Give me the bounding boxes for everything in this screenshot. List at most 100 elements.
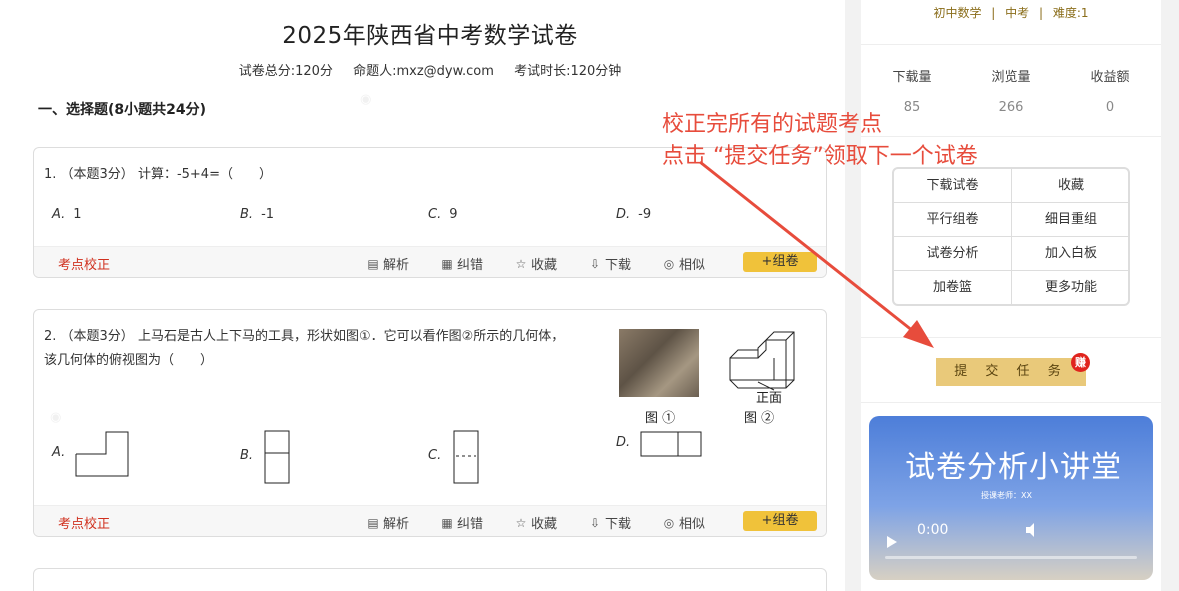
download-icon: ⇩: [589, 256, 601, 271]
more-functions-button[interactable]: 更多功能: [1012, 271, 1128, 304]
option-a[interactable]: A.: [52, 445, 73, 460]
document-search-icon: ▤: [367, 515, 379, 530]
download-paper-button[interactable]: 下载试卷: [894, 169, 1012, 203]
report-label: 纠错: [457, 517, 484, 532]
collect-button[interactable]: ☆ 收藏: [514, 513, 558, 533]
option-letter: A.: [52, 207, 66, 222]
tag-sep: |: [991, 6, 996, 20]
video-time: 0:00: [917, 522, 949, 538]
video-subtitle: 授课老师：XX: [981, 491, 1032, 500]
duration: 考试时长:120分钟: [514, 64, 622, 79]
divider: [861, 44, 1161, 45]
option-d-figure: [640, 431, 702, 457]
similar-button[interactable]: ◎ 相似: [662, 513, 706, 533]
total-score: 试卷总分:120分: [238, 64, 333, 79]
paper-tags: 初中数学 | 中考 | 难度:1: [861, 4, 1161, 21]
similar-icon: ◎: [663, 515, 675, 530]
option-c[interactable]: C. 9: [428, 207, 458, 222]
download-icon: ⇩: [589, 515, 601, 530]
option-a-figure: [75, 431, 129, 477]
annotation-line-1: 校正完所有的试题考点: [662, 112, 883, 137]
option-d[interactable]: D.: [616, 435, 638, 450]
option-letter: A.: [52, 445, 66, 460]
option-b-figure: [264, 430, 290, 484]
option-letter: B.: [240, 448, 254, 463]
download-label: 下载: [605, 258, 632, 273]
report-button[interactable]: ▦ 纠错: [440, 513, 484, 533]
edit-icon: ▦: [441, 515, 453, 530]
similar-button[interactable]: ◎ 相似: [662, 254, 706, 274]
option-value: 1: [73, 207, 82, 222]
option-letter: C.: [428, 207, 442, 222]
add-to-paper-button[interactable]: +组卷: [743, 252, 817, 272]
option-letter: B.: [240, 207, 254, 222]
divider: [861, 402, 1161, 403]
download-button[interactable]: ⇩ 下载: [588, 254, 632, 274]
download-label: 下载: [605, 517, 632, 532]
figure-1-caption: 图 ①: [645, 411, 676, 426]
author: 命题人:mxz@dyw.com: [353, 64, 494, 79]
report-label: 纠错: [457, 258, 484, 273]
tag-exam: 中考: [1005, 6, 1030, 20]
gutter: [845, 0, 861, 591]
option-c-figure: [453, 430, 479, 484]
similar-label: 相似: [679, 258, 706, 273]
correct-topic-link[interactable]: 考点校正: [58, 254, 110, 273]
report-button[interactable]: ▦ 纠错: [440, 254, 484, 274]
correct-topic-link[interactable]: 考点校正: [58, 513, 110, 532]
collect-paper-button[interactable]: 收藏: [1012, 169, 1128, 203]
document-search-icon: ▤: [367, 256, 379, 271]
star-icon: ☆: [515, 256, 527, 271]
paper-meta: 试卷总分:120分 命题人:mxz@dyw.com 考试时长:120分钟: [0, 60, 860, 79]
figure-2-caption: 图 ②: [744, 411, 775, 426]
option-b[interactable]: B. -1: [240, 207, 274, 222]
video-title: 试卷分析小讲堂: [905, 450, 1122, 485]
paper-analysis-button[interactable]: 试卷分析: [894, 237, 1012, 271]
annotation-line-2: 点击 “提交任务”领取下一个试卷: [662, 144, 978, 169]
stat-revenue-value: 0: [1105, 100, 1115, 115]
edit-icon: ▦: [441, 256, 453, 271]
add-to-paper-button[interactable]: +组卷: [743, 511, 817, 531]
video-progress-bar[interactable]: [885, 556, 1137, 559]
submit-task-button[interactable]: 提 交 任 务: [936, 358, 1086, 386]
option-letter: D.: [616, 207, 631, 222]
option-c[interactable]: C.: [428, 448, 449, 463]
similar-label: 相似: [679, 517, 706, 532]
parse-button[interactable]: ▤ 解析: [366, 254, 410, 274]
question-text-line-2: 该几何体的俯视图为（ ）: [44, 353, 214, 368]
add-basket-button[interactable]: 加卷篮: [894, 271, 1012, 304]
parse-button[interactable]: ▤ 解析: [366, 513, 409, 533]
download-button[interactable]: ⇩ 下载: [588, 513, 632, 533]
play-icon[interactable]: [887, 536, 897, 548]
collect-button[interactable]: ☆ 收藏: [514, 254, 557, 274]
stat-download-value: 85: [903, 100, 921, 115]
sidebar: 初中数学 | 中考 | 难度:1 下载量 浏览量 收益额 85 266 0 下载…: [861, 0, 1161, 591]
divider: [861, 337, 1161, 338]
divider: [861, 136, 1161, 137]
mounting-stone-photo: [619, 329, 699, 397]
option-d[interactable]: D. -9: [616, 207, 651, 222]
video-player[interactable]: 试卷分析小讲堂 授课老师：XX 0:00: [869, 416, 1153, 580]
page-root: 2025年陕西省中考数学试卷 试卷总分:120分 命题人:mxz@dyw.com…: [0, 0, 1179, 591]
option-b[interactable]: B.: [240, 448, 261, 463]
tag-difficulty: 难度:1: [1052, 6, 1089, 20]
question-card-2: 2. （本题3分） 上马石是古人上下马的工具，形状如图①．它可以看作图②所示的几…: [33, 309, 827, 537]
earn-badge: 赚: [1071, 353, 1090, 372]
tag-subject: 初中数学: [933, 6, 982, 20]
action-button-grid: 下载试卷 收藏 平行组卷 细目重组 试卷分析 加入白板 加卷篮 更多功能: [892, 167, 1130, 306]
similar-icon: ◎: [663, 256, 675, 271]
option-value: -9: [638, 207, 652, 222]
option-value: 9: [449, 207, 458, 222]
paper-content: 2025年陕西省中考数学试卷 试卷总分:120分 命题人:mxz@dyw.com…: [0, 0, 845, 591]
star-icon: ☆: [515, 515, 527, 530]
parallel-compose-button[interactable]: 平行组卷: [894, 203, 1012, 237]
collect-label: 收藏: [531, 517, 558, 532]
parse-label: 解析: [383, 258, 410, 273]
detail-recompose-button[interactable]: 细目重组: [1012, 203, 1128, 237]
question-card-3: [33, 568, 827, 591]
volume-icon[interactable]: [1025, 522, 1041, 538]
option-a[interactable]: A. 1: [52, 207, 82, 222]
add-whiteboard-button[interactable]: 加入白板: [1012, 237, 1128, 271]
paper-title: 2025年陕西省中考数学试卷: [282, 23, 578, 49]
question-footer: 考点校正 ▤ 解析 ▦ 纠错 ☆ 收藏 ⇩ 下载 ◎ 相似 +组卷: [34, 505, 826, 536]
